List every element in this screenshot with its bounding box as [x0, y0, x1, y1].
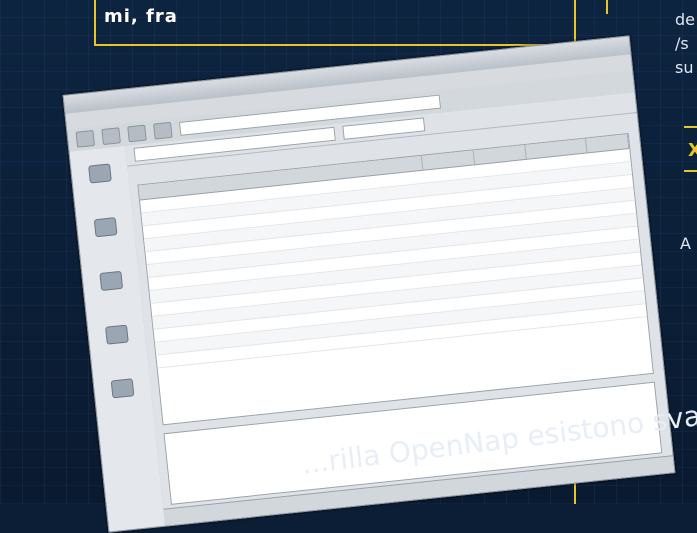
magazine-top-text: mi, fra — [104, 6, 178, 27]
library-icon — [99, 270, 124, 292]
sidebar-item[interactable] — [81, 253, 142, 313]
frame-rule-bottom — [94, 44, 574, 46]
sidebar-item[interactable] — [70, 146, 131, 206]
toolbar-button[interactable] — [127, 124, 147, 143]
magazine-right-text: de /s su — [675, 8, 697, 80]
toolbar-button[interactable] — [101, 127, 121, 146]
x-rule-2 — [684, 170, 697, 172]
right-line-3: su — [675, 58, 694, 77]
x-label: X — [688, 140, 697, 161]
search-icon — [88, 163, 112, 184]
sidebar-item[interactable] — [75, 199, 136, 259]
x-rule — [684, 126, 697, 128]
transfer-icon — [93, 217, 118, 238]
filter-input[interactable] — [342, 117, 426, 140]
frame-rule-left — [94, 0, 96, 44]
chat-icon — [105, 324, 129, 345]
sidebar-item[interactable] — [86, 307, 147, 367]
toolbar-button[interactable] — [153, 121, 173, 140]
results-table — [137, 133, 654, 426]
right-line-2: /s — [675, 34, 689, 53]
right-line-1: de — [675, 10, 695, 29]
toolbar-button[interactable] — [75, 129, 96, 148]
right-small-text: A — [680, 234, 691, 253]
monitor-icon — [110, 378, 135, 399]
sidebar-item[interactable] — [92, 361, 153, 421]
frame-rule-right — [606, 0, 608, 14]
